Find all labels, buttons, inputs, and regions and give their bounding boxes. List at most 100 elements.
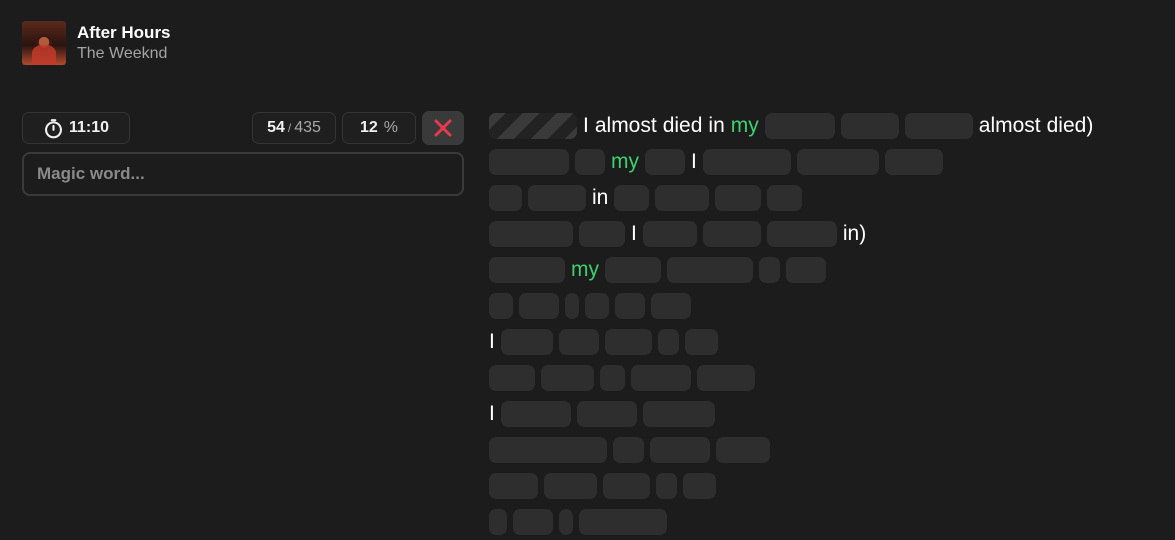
album-cover bbox=[22, 21, 66, 65]
control-panel: 11:10 54/435 12% bbox=[22, 111, 464, 196]
stopwatch-icon bbox=[44, 118, 62, 138]
song-header: After Hours The Weeknd bbox=[22, 21, 171, 65]
lyric-blank bbox=[605, 257, 661, 283]
lyric-blank bbox=[684, 329, 718, 355]
lyric-blank bbox=[767, 185, 803, 211]
lyric-line bbox=[489, 288, 1169, 324]
lyric-blank bbox=[519, 293, 559, 319]
lyric-blank bbox=[759, 257, 780, 283]
word-count: 54/435 bbox=[252, 112, 336, 144]
lyric-blank bbox=[489, 365, 535, 391]
lyric-word-highlighted: my bbox=[571, 258, 599, 281]
lyric-word: in bbox=[592, 186, 609, 209]
lyric-word: died bbox=[662, 114, 703, 137]
give-up-button[interactable] bbox=[422, 111, 464, 145]
lyric-word-highlighted: my bbox=[611, 150, 639, 173]
lyric-blank bbox=[576, 401, 637, 427]
artist-name: The Weeknd bbox=[77, 45, 168, 62]
magic-word-input[interactable] bbox=[22, 152, 464, 196]
lyric-blank bbox=[667, 257, 753, 283]
lyric-blank bbox=[575, 149, 605, 175]
lyric-line: Ialmost died in my almost died) bbox=[489, 108, 1169, 144]
lyric-blank bbox=[613, 437, 644, 463]
lyric-line bbox=[489, 504, 1169, 540]
lyric-blank bbox=[579, 509, 667, 535]
lyric-blank bbox=[489, 293, 513, 319]
lyric-blank bbox=[683, 473, 716, 499]
lyric-word: almost bbox=[978, 114, 1041, 137]
lyric-blank bbox=[645, 149, 685, 175]
lyric-blank bbox=[786, 257, 826, 283]
lyric-blank bbox=[766, 221, 837, 247]
percent-found: 12% bbox=[342, 112, 416, 144]
lyric-blank bbox=[559, 509, 573, 535]
lyric-blank bbox=[544, 473, 597, 499]
lyric-line bbox=[489, 432, 1169, 468]
lyric-word: almost bbox=[594, 114, 657, 137]
lyric-blank bbox=[604, 329, 652, 355]
lyric-blank bbox=[884, 149, 943, 175]
lyric-blank bbox=[579, 221, 625, 247]
lyric-blank bbox=[489, 221, 573, 247]
lyric-blank bbox=[764, 113, 835, 139]
lyric-word-highlighted: my bbox=[730, 114, 759, 137]
lyric-blank bbox=[840, 113, 899, 139]
lyric-blank bbox=[702, 221, 761, 247]
lyric-word: I bbox=[489, 402, 495, 425]
lyric-blank bbox=[614, 185, 650, 211]
lyric-blank bbox=[585, 293, 609, 319]
lyric-word: in bbox=[708, 114, 725, 137]
lyric-blank bbox=[642, 401, 715, 427]
song-title: After Hours bbox=[77, 23, 171, 42]
lyric-blank bbox=[615, 293, 645, 319]
lyric-blank bbox=[702, 149, 791, 175]
lyric-blank bbox=[489, 185, 522, 211]
lyric-blank bbox=[489, 437, 607, 463]
lyric-word: I bbox=[631, 222, 637, 245]
lyric-blank bbox=[558, 329, 599, 355]
timer: 11:10 bbox=[22, 112, 130, 144]
lyric-blank bbox=[715, 185, 762, 211]
lyric-blank bbox=[651, 293, 691, 319]
lyric-line: my I bbox=[489, 144, 1169, 180]
timer-value: 11:10 bbox=[68, 119, 110, 136]
lyric-blank bbox=[489, 509, 507, 535]
lyric-blank bbox=[565, 293, 579, 319]
lyric-blank bbox=[541, 365, 594, 391]
lyric-word: died) bbox=[1046, 114, 1094, 137]
lyric-blank bbox=[489, 257, 565, 283]
percent-symbol: % bbox=[383, 119, 399, 136]
lyric-word: I bbox=[583, 114, 589, 137]
lyric-blank bbox=[600, 365, 625, 391]
lyric-blank bbox=[656, 473, 677, 499]
lyric-word: in) bbox=[842, 222, 867, 245]
lyric-line bbox=[489, 360, 1169, 396]
lyric-line: I bbox=[489, 396, 1169, 432]
lyric-blank bbox=[697, 365, 755, 391]
lyric-line bbox=[489, 468, 1169, 504]
lyric-blank bbox=[642, 221, 697, 247]
lyric-blank-current bbox=[489, 113, 577, 139]
lyric-blank bbox=[657, 329, 679, 355]
lyric-line: I bbox=[489, 324, 1169, 360]
lyric-blank bbox=[528, 185, 586, 211]
lyric-blank bbox=[796, 149, 879, 175]
lyric-blank bbox=[655, 185, 710, 211]
close-icon bbox=[434, 119, 452, 137]
lyric-line: my bbox=[489, 252, 1169, 288]
lyric-word: I bbox=[489, 330, 495, 353]
lyric-blank bbox=[716, 437, 770, 463]
lyric-blank bbox=[489, 473, 538, 499]
found-count: 54 bbox=[267, 119, 285, 136]
count-separator: / bbox=[287, 121, 292, 135]
lyric-blank bbox=[513, 509, 553, 535]
lyric-blank bbox=[603, 473, 650, 499]
lyric-line: in bbox=[489, 180, 1169, 216]
lyrics-board: Ialmost died in my almost died) my Iin Iin) my I I bbox=[489, 108, 1169, 540]
lyric-blank bbox=[500, 329, 553, 355]
lyric-blank bbox=[489, 149, 569, 175]
lyric-blank bbox=[904, 113, 973, 139]
lyric-blank bbox=[631, 365, 691, 391]
percent-value: 12 bbox=[359, 119, 378, 136]
total-count: 435 bbox=[294, 119, 321, 136]
